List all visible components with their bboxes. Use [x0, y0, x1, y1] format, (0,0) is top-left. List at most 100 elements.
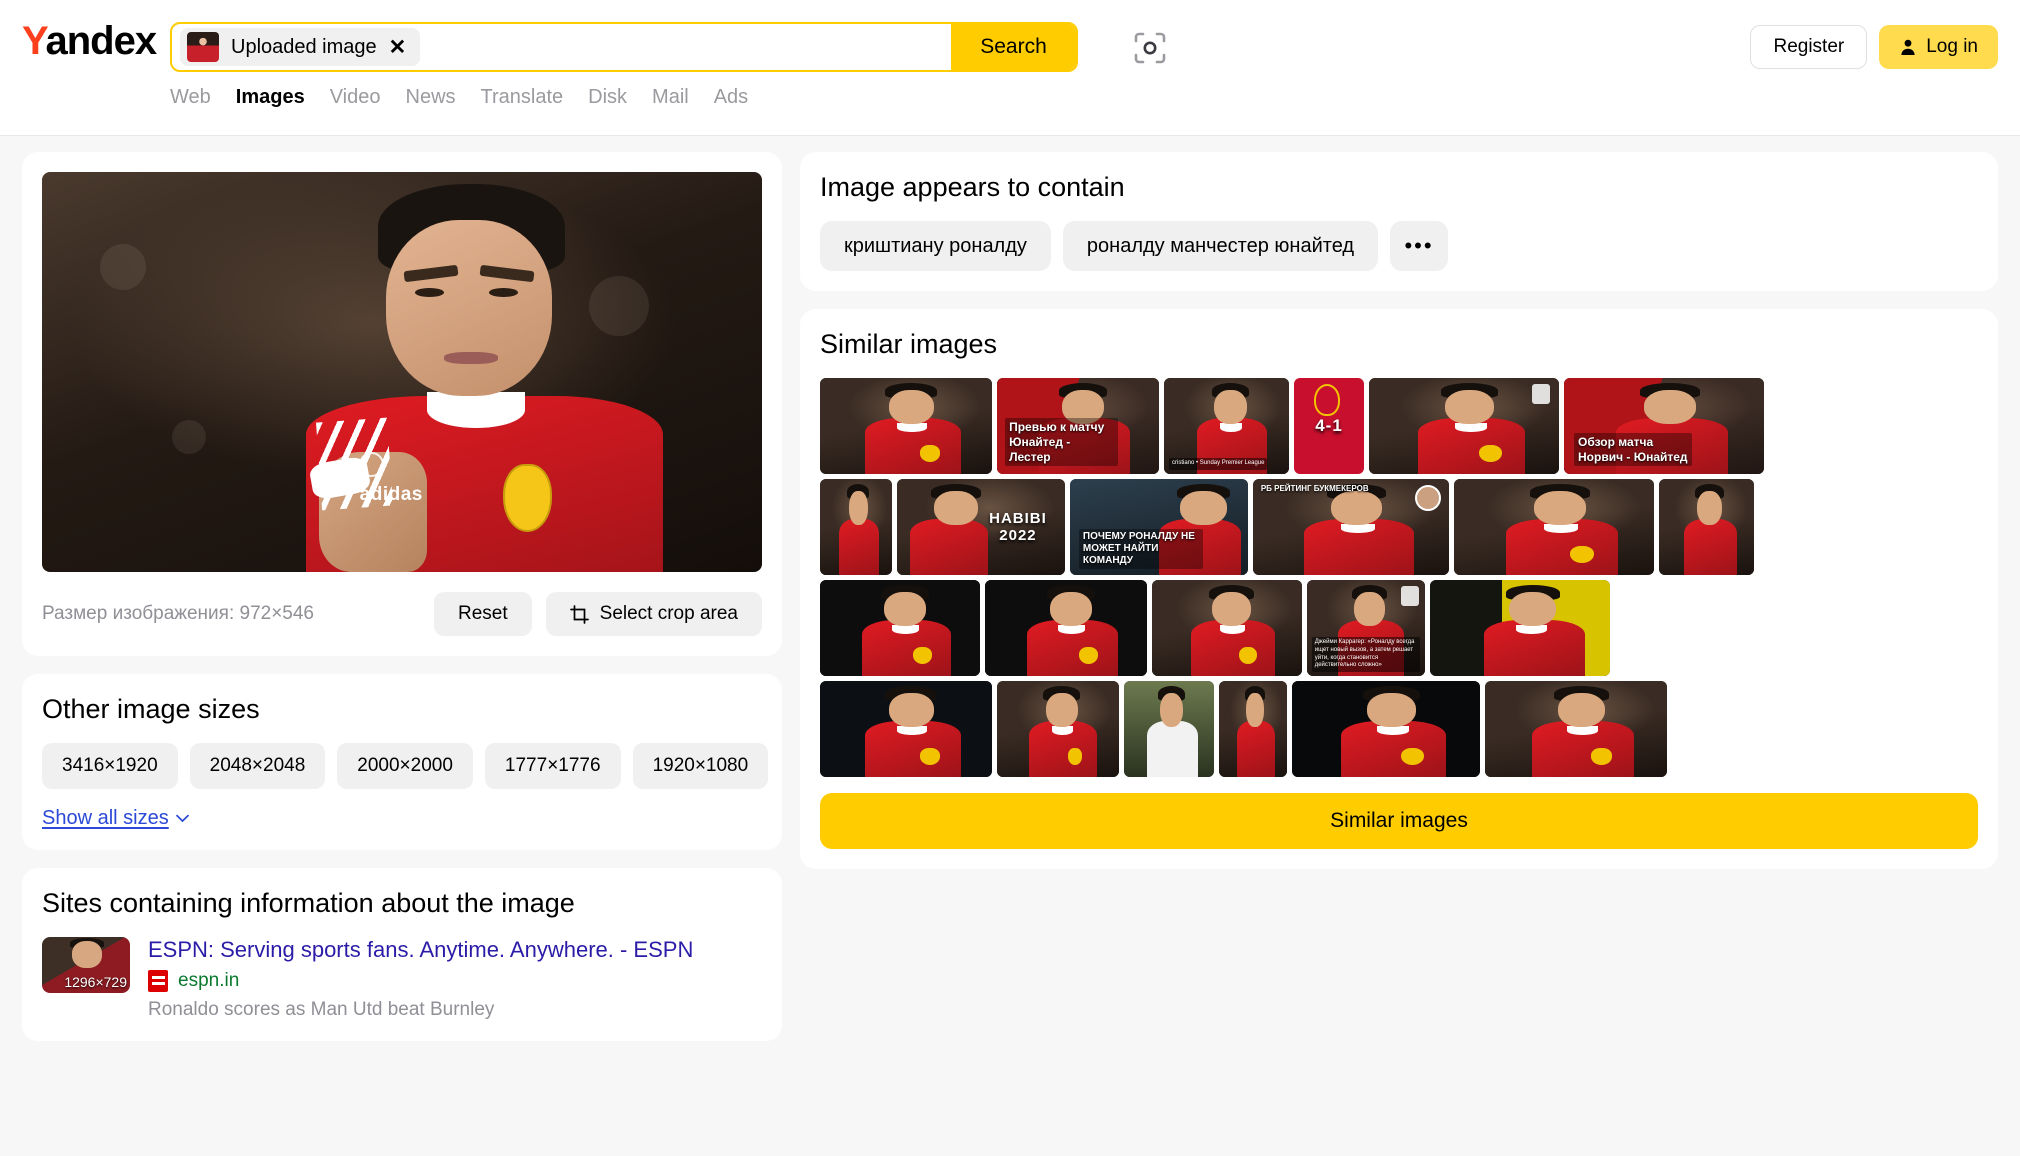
similar-images-row	[820, 681, 1978, 777]
select-crop-area-label: Select crop area	[599, 603, 738, 624]
similar-image-thumb[interactable]	[1219, 681, 1287, 777]
thumb-collar	[1516, 625, 1547, 634]
brand-text: adidas	[359, 484, 423, 505]
thumb-club-crest	[1313, 383, 1340, 416]
tab-news[interactable]: News	[406, 86, 456, 109]
thumb-caption-text: cristiano • Sunday Premier League	[1169, 458, 1268, 471]
tab-web[interactable]: Web	[170, 86, 211, 109]
similar-image-thumb[interactable]	[997, 681, 1119, 777]
crop-icon	[569, 604, 589, 624]
image-contains-card: Image appears to contain криштиану ронал…	[800, 152, 1998, 291]
collar	[426, 392, 525, 428]
thumb-jersey	[838, 519, 880, 575]
close-icon[interactable]: ✕	[389, 37, 407, 58]
similar-image-thumb[interactable]: HABIBI 2022	[897, 479, 1065, 575]
tab-ads[interactable]: Ads	[714, 86, 748, 109]
thumb-overlay-text: Превью к матчу Юнайтед - Лестер	[1005, 418, 1119, 467]
image-info-row: Размер изображения: 972×546 Reset Select…	[42, 592, 762, 636]
similar-images-button[interactable]: Similar images	[820, 793, 1978, 849]
similar-image-thumb[interactable]: Джейми Каррагер: «Роналду всегда ищет но…	[1307, 580, 1425, 676]
similar-image-thumb[interactable]	[985, 580, 1147, 676]
thumb-collar	[1544, 524, 1578, 533]
tab-disk[interactable]: Disk	[588, 86, 627, 109]
thumb-collar	[1566, 726, 1598, 735]
similar-images-row: HABIBI 2022 ПОЧЕМУ РОНАЛДУ НЕ МОЖЕТ НАЙТ…	[820, 479, 1978, 575]
size-chip[interactable]: 2000×2000	[337, 743, 473, 789]
tab-translate[interactable]: Translate	[481, 86, 564, 109]
similar-image-thumb[interactable]: ПОЧЕМУ РОНАЛДУ НЕ МОЖЕТ НАЙТИ КОМАНДУ	[1070, 479, 1248, 575]
image-size-label: Размер изображения: 972×546	[42, 603, 315, 624]
search-bar[interactable]: Uploaded image ✕ Search	[170, 22, 1078, 72]
image-contains-title: Image appears to contain	[820, 172, 1125, 202]
tab-mail[interactable]: Mail	[652, 86, 689, 109]
thumb-collar	[1376, 726, 1409, 735]
similar-image-thumb[interactable]	[1659, 479, 1754, 575]
uploaded-image-preview[interactable]: adidas	[42, 172, 762, 572]
uploaded-image-chip[interactable]: Uploaded image ✕	[180, 28, 421, 66]
register-button[interactable]: Register	[1750, 25, 1868, 69]
thumb-face	[1445, 389, 1495, 425]
similar-images-row: Превью к матчу Юнайтед - Лестер cristian…	[820, 378, 1978, 474]
bokeh-dot	[171, 420, 206, 454]
similar-image-thumb[interactable]: 4-1	[1294, 378, 1364, 474]
espn-favicon-icon	[148, 970, 168, 992]
size-chip[interactable]: 2048×2048	[189, 743, 326, 789]
site-result-text: ESPN: Serving sports fans. Anytime. Anyw…	[148, 937, 693, 1021]
similar-image-thumb[interactable]	[1152, 580, 1302, 676]
similar-image-thumb[interactable]: Превью к матчу Юнайтед - Лестер	[997, 378, 1159, 474]
similar-image-thumb[interactable]	[820, 580, 980, 676]
thumb-overlay-text: Обзор матча Норвич - Юнайтед	[1574, 433, 1692, 467]
similar-image-thumb[interactable]: Обзор матча Норвич - Юнайтед	[1564, 378, 1764, 474]
tag-chip[interactable]: криштиану роналду	[820, 221, 1051, 271]
thumb-face	[1557, 692, 1606, 728]
similar-image-thumb[interactable]	[1292, 681, 1480, 777]
show-all-sizes-link[interactable]: Show all sizes	[42, 807, 189, 830]
tab-images[interactable]: Images	[236, 86, 305, 109]
tab-video[interactable]: Video	[330, 86, 381, 109]
size-chip-list: 3416×1920 2048×2048 2000×2000 1777×1776 …	[42, 743, 769, 789]
size-chip[interactable]: 1920×1080	[632, 743, 769, 789]
search-button[interactable]: Search	[951, 24, 1076, 70]
uploaded-image-thumbnail	[187, 32, 219, 62]
thumb-face	[848, 490, 868, 526]
thumb-face	[1509, 591, 1556, 627]
thumb-face	[888, 389, 934, 425]
site-result-host[interactable]: espn.in	[178, 970, 239, 992]
similar-image-thumb[interactable]	[1369, 378, 1559, 474]
thumb-face	[1246, 692, 1264, 728]
thumb-collar	[1454, 423, 1487, 432]
thumb-collar	[1219, 625, 1245, 634]
similar-image-thumb[interactable]	[820, 681, 992, 777]
logo-text: andex	[45, 19, 157, 63]
size-chip[interactable]: 1777×1776	[484, 743, 621, 789]
site-result-thumbnail[interactable]: 1296×729	[42, 937, 130, 993]
thumb-jersey	[1236, 721, 1275, 777]
similar-image-thumb[interactable]	[1454, 479, 1654, 575]
thumb-face	[1644, 389, 1696, 425]
size-chip[interactable]: 3416×1920	[42, 743, 178, 789]
crop-handle[interactable]	[358, 452, 384, 477]
similar-image-thumb[interactable]: РБ РЕЙТИНГ БУКМЕКЕРОВ	[1253, 479, 1449, 575]
more-tags-button[interactable]: •••	[1390, 221, 1449, 271]
login-button[interactable]: Log in	[1879, 25, 1998, 69]
thumb-face	[1160, 692, 1184, 728]
similar-image-thumb[interactable]	[820, 479, 892, 575]
login-label: Log in	[1926, 36, 1978, 57]
face	[386, 220, 552, 396]
logo-y-letter: Y	[22, 19, 47, 63]
yandex-logo[interactable]: Yandex	[22, 19, 157, 63]
similar-image-thumb[interactable]: cristiano • Sunday Premier League	[1164, 378, 1289, 474]
similar-image-thumb[interactable]	[1124, 681, 1214, 777]
similar-images-title: Similar images	[820, 329, 998, 359]
site-result-title[interactable]: ESPN: Serving sports fans. Anytime. Anyw…	[148, 937, 693, 963]
image-actions: Reset Select crop area	[434, 592, 762, 636]
similar-image-thumb[interactable]	[1430, 580, 1610, 676]
similar-image-thumb[interactable]	[820, 378, 992, 474]
lens-icon[interactable]	[1130, 28, 1170, 68]
thumb-collar	[897, 726, 927, 735]
tag-chip[interactable]: роналду манчестер юнайтед	[1062, 221, 1379, 271]
reset-button[interactable]: Reset	[434, 592, 532, 636]
similar-image-thumb[interactable]	[1485, 681, 1667, 777]
similar-images-grid: Превью к матчу Юнайтед - Лестер cristian…	[820, 378, 1978, 777]
select-crop-area-button[interactable]: Select crop area	[545, 592, 762, 636]
